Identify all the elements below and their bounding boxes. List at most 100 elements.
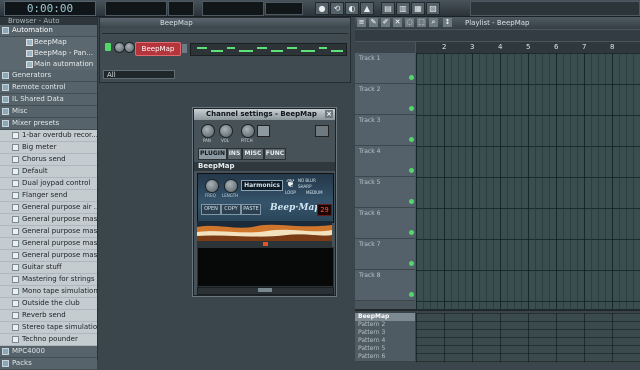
zoom-icon[interactable]: ⌕ — [429, 18, 438, 27]
copy-button[interactable]: COPY — [221, 204, 241, 215]
playlist-icon[interactable]: ▤ — [381, 2, 395, 15]
metronome-icon[interactable]: ▲ — [360, 2, 374, 15]
envelope-graph[interactable] — [197, 247, 334, 287]
pattern-grid[interactable] — [416, 313, 640, 362]
record-icon[interactable]: ● — [315, 2, 329, 15]
channel-filter-select[interactable]: All — [103, 70, 175, 79]
blend-icon[interactable]: ◐ — [345, 2, 359, 15]
track-header-4[interactable]: Track 4 — [355, 146, 415, 177]
horizontal-scrollbar[interactable] — [197, 287, 334, 295]
preset-item-general-purpose-air[interactable]: General purpose air ... — [0, 202, 97, 214]
tempo-display[interactable] — [168, 1, 194, 16]
channel-piano-roll-preview[interactable] — [190, 43, 347, 56]
tab-ins[interactable]: INS — [227, 148, 242, 160]
step-sequencer-titlebar[interactable]: BeepMap — [100, 18, 350, 28]
preset-item-flanger-send[interactable]: Flanger send — [0, 190, 97, 202]
track-header-7[interactable]: Track 7 — [355, 239, 415, 270]
track-header-3[interactable]: Track 3 — [355, 115, 415, 146]
playlist-overview[interactable] — [355, 30, 640, 41]
browser-folder-remote-control[interactable]: Remote control — [0, 82, 97, 94]
preset-item-big-meter[interactable]: Big meter — [0, 142, 97, 154]
preset-item-general-purpose-mas[interactable]: General purpose mas... — [0, 238, 97, 250]
browser-folder-misc[interactable]: Misc — [0, 106, 97, 118]
mixer-icon[interactable]: ▦ — [411, 2, 425, 15]
brush-icon[interactable]: ✐ — [381, 18, 390, 27]
track-mute-led[interactable] — [409, 230, 414, 235]
browser-folder-generators[interactable]: Generators — [0, 70, 97, 82]
fx-icon[interactable] — [315, 125, 329, 137]
wait-icon[interactable]: ⟲ — [330, 2, 344, 15]
track-mute-led[interactable] — [409, 75, 414, 80]
browser-subitem-beepmap-pan[interactable]: BeepMap - Pan... — [0, 48, 97, 59]
browser-subitem-main-automation[interactable]: Main automation — [0, 59, 97, 70]
channel-select[interactable] — [182, 44, 187, 53]
pattern-item-3[interactable]: Pattern 3 — [355, 329, 415, 337]
pencil-icon[interactable]: ✎ — [369, 18, 378, 27]
track-mute-led[interactable] — [409, 292, 414, 297]
preset-item-default[interactable]: Default — [0, 166, 97, 178]
preset-item-outside-the-club[interactable]: Outside the club — [0, 298, 97, 310]
pattern-item-1[interactable]: BeepMap — [355, 313, 415, 321]
preset-item-stereo-tape-simulation[interactable]: Stereo tape simulation — [0, 322, 97, 334]
track-mute-led[interactable] — [409, 168, 414, 173]
open-button[interactable]: OPEN — [201, 204, 221, 215]
browser-folder-mpc4000[interactable]: MPC4000 — [0, 346, 97, 358]
browser-folder-mixer-presets[interactable]: Mixer presets — [0, 118, 97, 130]
track-mute-led[interactable] — [409, 137, 414, 142]
preset-item-general-purpose-mas[interactable]: General purpose mas... — [0, 226, 97, 238]
preset-item-chorus-send[interactable]: Chorus send — [0, 154, 97, 166]
option-medium[interactable]: MEDIUM — [306, 190, 323, 195]
preset-item-guitar-stuff[interactable]: Guitar stuff — [0, 262, 97, 274]
track-mute-led[interactable] — [409, 199, 414, 204]
browser-icon[interactable]: ▧ — [426, 2, 440, 15]
pitch-knob[interactable] — [241, 124, 255, 138]
track-header-5[interactable]: Track 5 — [355, 177, 415, 208]
browser-subitem-beepmap[interactable]: BeepMap — [0, 37, 97, 48]
browser-folder-automation[interactable]: Automation — [0, 25, 97, 37]
track-header-8[interactable]: Track 8 — [355, 270, 415, 301]
tab-func[interactable]: FUNC — [264, 148, 286, 160]
browser-folder-il-shared-data[interactable]: IL Shared Data — [0, 94, 97, 106]
close-icon[interactable]: × — [325, 110, 333, 118]
track-mute-led[interactable] — [409, 261, 414, 266]
playlist-grid[interactable] — [416, 53, 640, 317]
pattern-item-2[interactable]: Pattern 2 — [355, 321, 415, 329]
pattern-item-5[interactable]: Pattern 5 — [355, 345, 415, 353]
preset-item-dual-joypad-control[interactable]: Dual joypad control — [0, 178, 97, 190]
preset-item-general-purpose-mas[interactable]: General purpose mas... — [0, 250, 97, 262]
scrollbar-thumb[interactable] — [258, 288, 272, 292]
delete-icon[interactable]: ✕ — [393, 18, 402, 27]
option-loop[interactable]: LOOP — [285, 190, 296, 195]
select-icon[interactable]: ⬚ — [417, 18, 426, 27]
pattern-item-4[interactable]: Pattern 4 — [355, 337, 415, 345]
tab-plugin[interactable]: PLUGIN — [198, 148, 227, 160]
option-no-blur[interactable]: NO BLUR — [298, 178, 316, 183]
track-header-1[interactable]: Track 1 — [355, 53, 415, 84]
preset-item-1-bar-overdub-recor[interactable]: 1-bar overdub recor... — [0, 130, 97, 142]
playhead-marker[interactable] — [263, 242, 268, 246]
track-header-6[interactable]: Track 6 — [355, 208, 415, 239]
preset-item-mastering-for-strings[interactable]: Mastering for strings — [0, 274, 97, 286]
track-mute-led[interactable] — [409, 106, 414, 111]
preset-item-techno-pounder[interactable]: Techno pounder — [0, 334, 97, 346]
channel-button-beepmap[interactable]: BeepMap — [135, 42, 181, 56]
ruler-bar[interactable]: 2 3 4 5 6 7 8 — [416, 42, 640, 53]
paste-button[interactable]: PASTE — [241, 204, 261, 215]
channel-volume-knob[interactable] — [124, 42, 135, 53]
menu-icon[interactable]: ≡ — [357, 18, 366, 27]
channel-mute-led[interactable] — [105, 43, 111, 51]
channel-settings-titlebar[interactable]: Channel settings - BeepMap × — [194, 109, 335, 120]
preset-item-mono-tape-simulation[interactable]: Mono tape simulation — [0, 286, 97, 298]
snap-icon[interactable]: ↕ — [443, 18, 452, 27]
preset-item-general-purpose-mas[interactable]: General purpose mas... — [0, 214, 97, 226]
option-sharp[interactable]: SHARP — [298, 184, 311, 189]
playlist-titlebar[interactable]: ≡ ✎ ✐ ✕ ◌ ⬚ ⌕ ↕ Playlist - BeepMap — [355, 17, 640, 29]
piano-roll-icon[interactable]: ▥ — [396, 2, 410, 15]
preset-item-reverb-send[interactable]: Reverb send — [0, 310, 97, 322]
pattern-display[interactable] — [202, 1, 264, 16]
tab-misc[interactable]: MISC — [242, 148, 264, 160]
song-time-display[interactable]: 0:00:00 — [4, 1, 96, 16]
length-knob[interactable] — [224, 179, 238, 193]
volume-knob[interactable] — [219, 124, 233, 138]
mute-icon[interactable]: ◌ — [405, 18, 414, 27]
